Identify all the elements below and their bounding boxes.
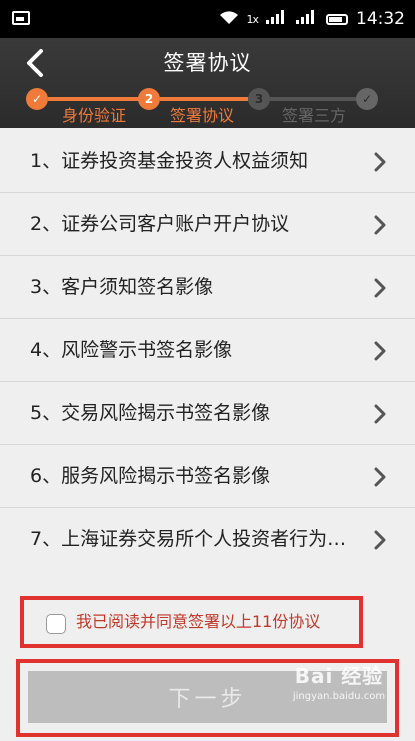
chevron-right-icon xyxy=(374,530,386,550)
step-connector-1 xyxy=(48,97,140,101)
agreement-item-4[interactable]: 4、风险警示书签名影像 xyxy=(0,319,415,382)
agreement-label: 1、证券投资基金投资人权益须知 xyxy=(30,150,309,172)
step-2-label: 签署协议 xyxy=(170,106,235,125)
watermark-url: jingyan.baidu.com xyxy=(292,691,386,702)
chevron-right-icon xyxy=(374,152,386,172)
app-header: 签署协议 ✓ 身份验证 2 签署协议 3 签署三方 ✓ xyxy=(0,38,415,128)
agreement-label: 2、证券公司客户账户开户协议 xyxy=(30,213,290,235)
agreement-item-6[interactable]: 6、服务风险揭示书签名影像 xyxy=(0,445,415,508)
agreement-label: 7、上海证券交易所个人投资者行为指引 xyxy=(30,528,360,550)
progress-steps: ✓ 身份验证 2 签署协议 3 签署三方 ✓ xyxy=(0,88,415,126)
battery-icon xyxy=(326,13,348,25)
status-bar: 1x 14:32 xyxy=(0,0,415,38)
watermark-brand: Bai 经验 xyxy=(294,664,384,688)
agreement-item-7[interactable]: 7、上海证券交易所个人投资者行为指引 xyxy=(0,508,415,571)
step-3-number: 3 xyxy=(248,88,270,110)
baidu-watermark: Bai 经验 jingyan.baidu.com xyxy=(291,660,387,736)
agreement-item-5[interactable]: 5、交易风险揭示书签名影像 xyxy=(0,382,415,445)
agree-checkbox-row[interactable]: 我已阅读并同意签署以上11份协议 xyxy=(20,596,363,648)
chevron-right-icon xyxy=(374,404,386,424)
agree-label: 我已阅读并同意签署以上11份协议 xyxy=(76,612,321,631)
chevron-right-icon xyxy=(374,467,386,487)
agree-checkbox[interactable] xyxy=(46,614,66,634)
wifi-icon xyxy=(220,10,239,29)
status-icons: 1x 14:32 xyxy=(220,0,405,38)
chevron-right-icon xyxy=(374,215,386,235)
agreement-list: 1、证券投资基金投资人权益须知 2、证券公司客户账户开户协议 3、客户须知签名影… xyxy=(0,130,415,571)
signal-icon-2 xyxy=(296,9,318,29)
chevron-right-icon xyxy=(374,278,386,298)
step-connector-3 xyxy=(270,97,358,101)
step-end-check-icon: ✓ xyxy=(356,88,378,110)
agreement-label: 3、客户须知签名影像 xyxy=(30,276,214,298)
clock: 14:32 xyxy=(356,9,405,29)
image-notification-icon xyxy=(12,11,30,25)
step-1-label: 身份验证 xyxy=(62,106,127,125)
agreement-item-1[interactable]: 1、证券投资基金投资人权益须知 xyxy=(0,130,415,193)
page-title: 签署协议 xyxy=(163,51,252,75)
signal-icon xyxy=(266,9,288,29)
chevron-right-icon xyxy=(374,341,386,361)
step-3-label: 签署三方 xyxy=(282,106,347,125)
step-connector-2 xyxy=(160,97,248,101)
step-2-number: 2 xyxy=(138,88,160,110)
agreement-label: 4、风险警示书签名影像 xyxy=(30,339,233,361)
step-1-check-icon: ✓ xyxy=(26,88,48,110)
agreement-label: 6、服务风险揭示书签名影像 xyxy=(30,465,271,487)
agreement-item-2[interactable]: 2、证券公司客户账户开户协议 xyxy=(0,193,415,256)
agreement-label: 5、交易风险揭示书签名影像 xyxy=(30,402,271,424)
network-type-label: 1x xyxy=(246,12,258,26)
agreement-item-3[interactable]: 3、客户须知签名影像 xyxy=(0,256,415,319)
